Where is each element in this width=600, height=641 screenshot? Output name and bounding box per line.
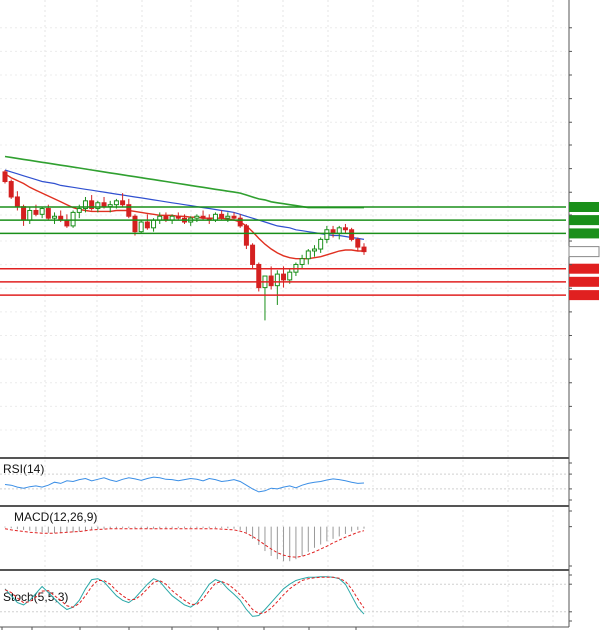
macd-title: MACD(12,26,9) (14, 510, 97, 524)
stoch-pane[interactable]: Stoch(5,5,3) (0, 574, 572, 622)
candle (64, 214, 70, 228)
candle (281, 266, 287, 288)
candle-body (132, 215, 138, 233)
candle (157, 212, 163, 224)
candle-body (324, 229, 330, 240)
candle-body (200, 215, 206, 219)
candle-body (175, 215, 181, 219)
candle-body (21, 206, 27, 221)
candle (89, 195, 95, 211)
level-value-box (569, 276, 599, 287)
candle (169, 214, 175, 224)
level-value-box (569, 228, 599, 239)
candle (305, 249, 311, 265)
rsi-line (4, 476, 365, 493)
candle (175, 212, 181, 221)
candle-body (231, 215, 237, 219)
candle-body (243, 225, 249, 246)
candle-body (8, 181, 14, 198)
candle-body (113, 200, 119, 206)
candle (39, 206, 45, 219)
candle-body (14, 196, 20, 208)
candle-body (138, 221, 144, 233)
macd-pane[interactable]: MACD(12,26,9) (4, 510, 572, 567)
candle (311, 245, 317, 257)
candle-body (256, 263, 262, 289)
candle (2, 169, 8, 184)
candle-body (268, 275, 274, 287)
candle (243, 223, 249, 250)
candle-body (33, 209, 39, 215)
candle (231, 212, 237, 221)
candle-body (361, 246, 367, 253)
grid (0, 0, 570, 628)
candle (219, 210, 225, 221)
candle-body (194, 215, 200, 219)
rsi-pane[interactable]: RSI(14) (0, 462, 572, 501)
candle (361, 243, 367, 255)
level-value-box (569, 290, 599, 301)
candle-body (225, 215, 231, 219)
candle-body (70, 211, 76, 227)
candle-body (52, 215, 58, 219)
candle-body (342, 227, 348, 231)
level-value-box (569, 201, 599, 212)
pivot-levels (0, 201, 600, 301)
candle (256, 262, 262, 292)
candle-body (311, 248, 317, 252)
candle-body (219, 213, 225, 219)
candle (299, 254, 305, 269)
macd-signal-line (4, 528, 365, 558)
candle-body (151, 219, 157, 229)
candle-body (76, 208, 82, 213)
candle (138, 220, 144, 234)
candle (237, 214, 243, 228)
candle-body (287, 271, 293, 281)
candle-body (144, 221, 150, 229)
candle (52, 212, 58, 224)
candle (268, 266, 274, 290)
candle (342, 223, 348, 234)
candle (132, 214, 138, 236)
candle-body (64, 219, 70, 227)
candle (188, 216, 194, 226)
candle (262, 275, 268, 321)
candle-body (39, 208, 45, 215)
candle-body (349, 229, 355, 240)
candle-body (120, 200, 126, 206)
candle-body (45, 208, 51, 219)
candle-body (305, 250, 311, 260)
candle (336, 225, 342, 240)
level-value-box (569, 263, 599, 274)
candle-body (2, 171, 8, 183)
candle (206, 214, 212, 224)
candle (8, 179, 14, 199)
ma-blue-line (4, 169, 365, 240)
candle-body (27, 209, 33, 221)
trading-chart: RSI(14) MACD(12,26,9) Stoch(5,5,3) (0, 0, 600, 630)
candle (250, 243, 256, 269)
last-price-box (568, 246, 600, 258)
candle (274, 270, 280, 305)
candle-body (299, 258, 305, 265)
candle (27, 206, 33, 224)
level-value-box (569, 215, 599, 226)
candle-body (250, 244, 256, 265)
candle-body (355, 238, 361, 248)
candle (126, 198, 132, 219)
candle (144, 214, 150, 230)
candle (349, 227, 355, 242)
candle (70, 210, 76, 228)
candle (21, 204, 27, 226)
candle (318, 237, 324, 253)
candle-body (274, 273, 280, 287)
candle (355, 237, 361, 251)
candle-body (281, 273, 287, 281)
candle-body (101, 202, 107, 208)
candle-body (237, 217, 243, 227)
ma-green-line (4, 155, 364, 209)
candle-body (318, 238, 324, 250)
candle-body (212, 213, 218, 221)
